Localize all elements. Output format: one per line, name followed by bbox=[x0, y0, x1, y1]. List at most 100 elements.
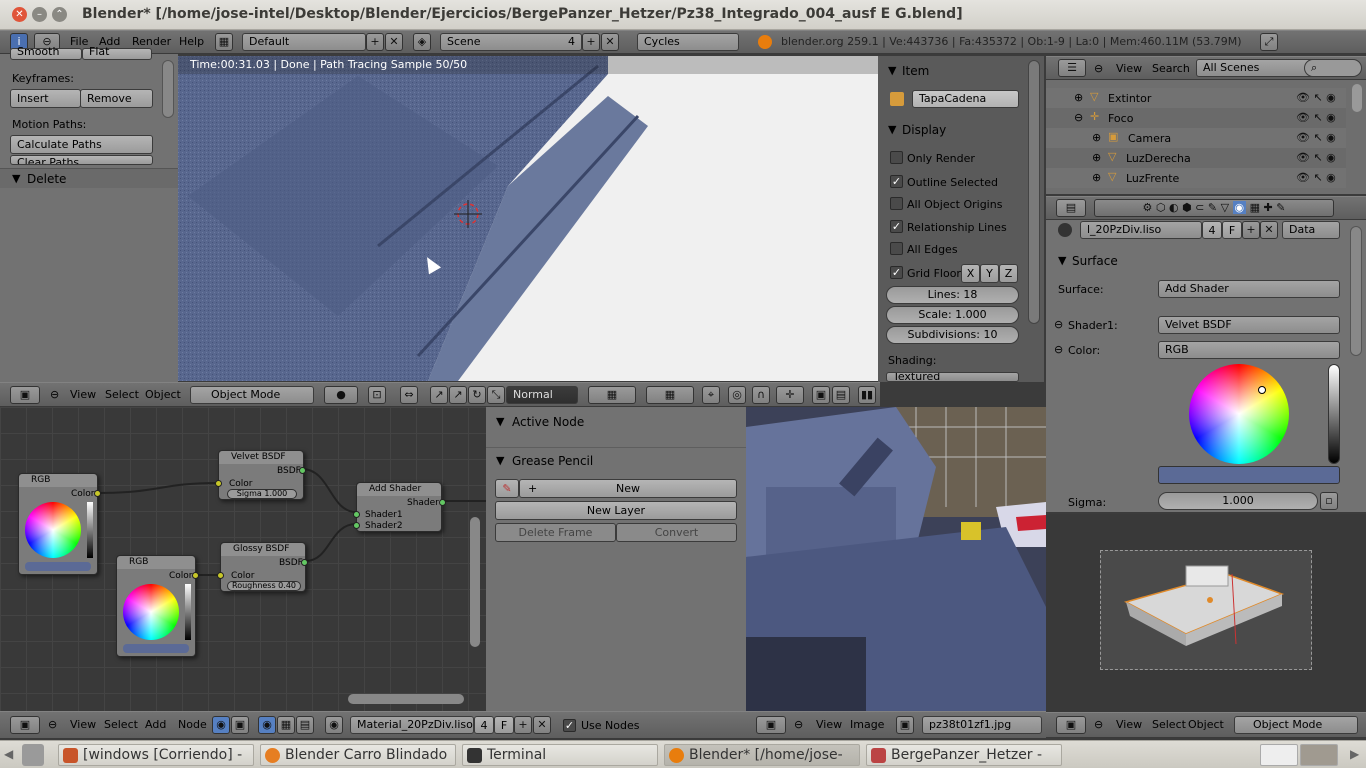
add-scene-icon[interactable]: + bbox=[582, 33, 600, 51]
pause-icon[interactable]: ▮▮ bbox=[858, 386, 876, 404]
collapse-menu-icon[interactable]: ⊖ bbox=[50, 384, 59, 406]
collapse-menu-icon[interactable]: ⊖ bbox=[48, 714, 57, 736]
orientation-select[interactable]: Normal bbox=[506, 386, 578, 404]
snap-element-icon[interactable]: ✛ bbox=[776, 386, 804, 404]
all-edges-checkbox[interactable] bbox=[890, 242, 903, 255]
surface-shader-select[interactable]: Add Shader bbox=[1158, 280, 1340, 298]
unlink-material-icon[interactable]: ✕ bbox=[533, 716, 551, 734]
rgb-node-2[interactable]: RGB Color bbox=[116, 555, 199, 657]
workspace-2[interactable] bbox=[1300, 744, 1338, 766]
sigma-field[interactable]: 1.000 bbox=[1158, 492, 1318, 510]
viewport-shading-icon[interactable]: ● bbox=[324, 386, 358, 404]
layout-field[interactable]: Default bbox=[242, 33, 366, 51]
editor-type-icon[interactable]: ▣ bbox=[10, 716, 40, 734]
only-render-checkbox[interactable] bbox=[890, 151, 903, 164]
flat-button[interactable]: Flat bbox=[82, 46, 152, 60]
world-nodes-icon[interactable]: ▦ bbox=[277, 716, 295, 734]
remove-keyframe-button[interactable]: Remove bbox=[80, 89, 153, 108]
rgb-node[interactable]: RGB Color bbox=[18, 473, 101, 575]
rotate-icon[interactable]: ↻ bbox=[468, 386, 486, 404]
editor-type-icon[interactable]: ▣ bbox=[756, 716, 786, 734]
menu-image[interactable]: Image bbox=[850, 714, 884, 736]
color-wheel[interactable] bbox=[1189, 364, 1289, 464]
image-editor[interactable] bbox=[746, 407, 1046, 711]
render-icon[interactable]: ▣ bbox=[812, 386, 830, 404]
glossy-bsdf-node[interactable]: Glossy BSDF BSDF Color Roughness 0.40 bbox=[217, 542, 308, 592]
rgb2-value-slider[interactable] bbox=[185, 584, 191, 640]
layers-grid-2[interactable]: ▦ bbox=[646, 386, 694, 404]
mode-select[interactable]: Object Mode bbox=[190, 386, 314, 404]
color-input-socket[interactable] bbox=[215, 480, 222, 487]
image-name-field[interactable]: pz38t01zf1.jpg bbox=[922, 716, 1042, 734]
outliner-search-input[interactable]: ⌕ bbox=[1304, 59, 1362, 77]
outliner-scrollbar[interactable] bbox=[1352, 84, 1362, 112]
render-engine-select[interactable]: Cycles bbox=[637, 33, 739, 51]
collapse-menu-icon[interactable]: ⊖ bbox=[1094, 58, 1103, 80]
collapse-menu-icon[interactable]: ⊖ bbox=[794, 714, 803, 736]
expand-icon[interactable]: ⊕ bbox=[1092, 131, 1101, 144]
insert-keyframe-button[interactable]: Insert bbox=[10, 89, 81, 108]
object-nodes-icon[interactable]: ◉ bbox=[258, 716, 276, 734]
task-windows[interactable]: [windows [Corriendo] - ... bbox=[58, 744, 254, 768]
item-expand-icon[interactable]: ▼ bbox=[888, 64, 896, 77]
link-socket-icon[interactable]: ▫ bbox=[1320, 492, 1338, 510]
rgb2-color-wheel[interactable] bbox=[123, 584, 179, 640]
color-output-socket[interactable] bbox=[192, 572, 199, 579]
shading-select[interactable]: Textured bbox=[886, 372, 1019, 382]
workspace-1[interactable] bbox=[1260, 744, 1298, 766]
magnet-icon[interactable]: ∩ bbox=[752, 386, 770, 404]
roughness-field[interactable]: Roughness 0.40 bbox=[227, 581, 301, 591]
translate-icon[interactable]: ↗ bbox=[449, 386, 467, 404]
color-wheel-cursor[interactable] bbox=[1258, 386, 1266, 394]
material-browse-icon[interactable]: ◉ bbox=[325, 716, 343, 734]
minimize-icon[interactable]: – bbox=[32, 7, 47, 22]
task-terminal[interactable]: Terminal bbox=[462, 744, 658, 766]
grid-lines-field[interactable]: Lines: 18 bbox=[886, 286, 1019, 304]
mode-select[interactable]: Object Mode bbox=[1234, 716, 1358, 734]
node-material-users[interactable]: 4 bbox=[474, 716, 494, 734]
snap-icon[interactable]: ⇔ bbox=[400, 386, 418, 404]
grid-floor-checkbox[interactable]: ✓ bbox=[890, 266, 903, 279]
properties-scrollbar[interactable] bbox=[1350, 226, 1362, 356]
menu-view[interactable]: View bbox=[70, 714, 96, 736]
lock-camera-icon[interactable]: ⌖ bbox=[702, 386, 720, 404]
node-hscrollbar[interactable] bbox=[348, 694, 464, 704]
task-firefox[interactable]: Blender Carro Blindado ... bbox=[260, 744, 456, 768]
menu-add[interactable]: Add bbox=[145, 714, 166, 736]
sigma-field[interactable]: Sigma 1.000 bbox=[227, 489, 297, 499]
delete-panel-header[interactable]: ▼ Delete bbox=[0, 168, 178, 188]
composite-nodes-icon[interactable]: ▣ bbox=[231, 716, 249, 734]
close-icon[interactable]: ✕ bbox=[12, 7, 27, 22]
rgb-color-wheel[interactable] bbox=[25, 502, 81, 558]
fake-user-toggle[interactable]: F bbox=[1222, 221, 1242, 239]
add-material-icon[interactable]: + bbox=[1242, 221, 1260, 239]
manipulator-icon[interactable]: ↗ bbox=[430, 386, 448, 404]
menu-select[interactable]: Select bbox=[104, 714, 138, 736]
rgb2-swatch[interactable] bbox=[123, 644, 189, 653]
velvet-bsdf-node[interactable]: Velvet BSDF BSDF Color Sigma 1.000 bbox=[215, 450, 306, 500]
menu-object[interactable]: Object bbox=[1188, 714, 1224, 736]
layers-grid-1[interactable]: ▦ bbox=[588, 386, 636, 404]
shader-nodes-icon[interactable]: ◉ bbox=[212, 716, 230, 734]
axis-y-toggle[interactable]: Y bbox=[980, 264, 999, 283]
properties-scrollbar[interactable] bbox=[1028, 60, 1040, 324]
color-collapse-icon[interactable]: ⊖ bbox=[1054, 343, 1063, 356]
bsdf-output-socket[interactable] bbox=[301, 559, 308, 566]
editor-type-icon[interactable]: ▣ bbox=[10, 386, 40, 404]
expand-icon[interactable]: ⊕ bbox=[1092, 151, 1101, 164]
display-expand-icon[interactable]: ▼ bbox=[888, 123, 896, 136]
node-vscrollbar[interactable] bbox=[470, 517, 480, 647]
visibility-icons[interactable]: 👁 ↖ ◉ 👁 ↖ ◉ 👁 ↖ ◉ 👁 ↖ ◉ 👁 ↖ ◉ bbox=[1296, 88, 1346, 188]
use-nodes-checkbox[interactable]: ✓ bbox=[563, 719, 576, 732]
expand-icon[interactable]: ⊕ bbox=[1074, 91, 1083, 104]
object-name-field[interactable]: TapaCadena bbox=[912, 90, 1019, 108]
color-input-select[interactable]: RGB bbox=[1158, 341, 1340, 359]
scene-field[interactable]: Scene 4 bbox=[440, 33, 582, 51]
menu-object[interactable]: Object bbox=[145, 384, 181, 406]
texture-nodes-icon[interactable]: ▤ bbox=[296, 716, 314, 734]
material-users[interactable]: 4 bbox=[1202, 221, 1222, 239]
delete-frame-button[interactable]: Delete Frame bbox=[495, 523, 616, 542]
scene-icon[interactable]: ◈ bbox=[413, 33, 431, 51]
scroll-right-icon[interactable]: ▶ bbox=[1350, 747, 1362, 763]
properties-editor-icon[interactable]: ▤ bbox=[1056, 199, 1086, 217]
